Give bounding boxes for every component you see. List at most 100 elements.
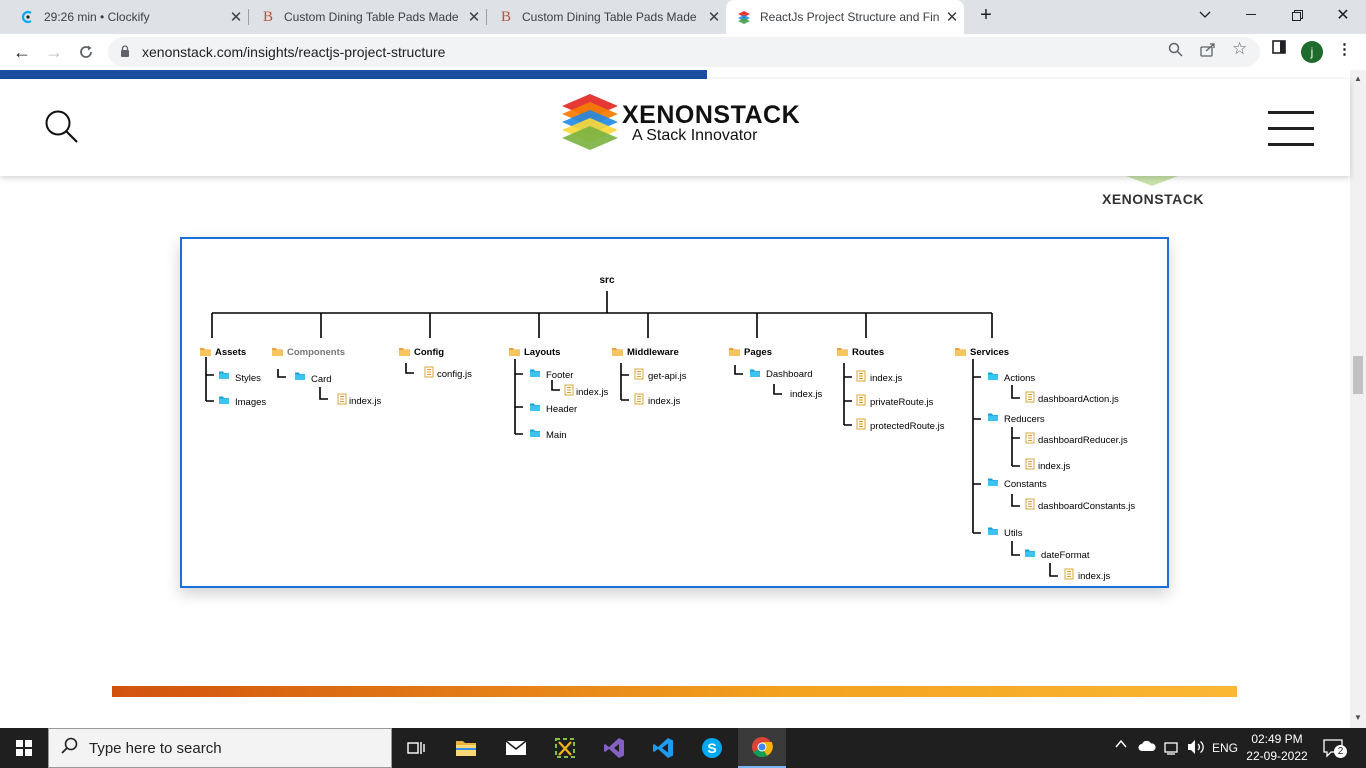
file-get-api: get-api.js bbox=[648, 371, 687, 382]
hamburger-menu-icon[interactable] bbox=[1268, 111, 1314, 147]
tab-dining-table-1[interactable]: B Custom Dining Table Pads Made ✕ bbox=[248, 0, 486, 34]
js-file-icon bbox=[1025, 432, 1035, 444]
tab-search-chevron-icon[interactable] bbox=[1182, 0, 1228, 30]
speaker-volume-icon[interactable] bbox=[1186, 738, 1206, 759]
tab-clockify[interactable]: 29:26 min • Clockify ✕ bbox=[0, 0, 248, 34]
forward-arrow-icon[interactable]: → bbox=[40, 38, 68, 66]
folder-dashboard: Dashboard bbox=[766, 369, 812, 380]
folder-header: Header bbox=[546, 404, 577, 415]
folder-routes: Routes bbox=[852, 347, 884, 358]
folder-constants: Constants bbox=[1004, 479, 1047, 490]
folder-icon bbox=[399, 348, 410, 356]
folder-icon bbox=[509, 348, 520, 356]
file-footer-index: index.js bbox=[576, 387, 608, 398]
folder-icon bbox=[530, 429, 540, 437]
system-clock[interactable]: 02:49 PM 22-09-2022 bbox=[1246, 731, 1308, 765]
windows-start-icon[interactable] bbox=[0, 728, 48, 768]
address-bar[interactable]: xenonstack.com/insights/reactjs-project-… bbox=[108, 37, 1260, 67]
side-panel-icon[interactable] bbox=[1272, 40, 1286, 58]
logo-tagline: A Stack Innovator bbox=[632, 127, 758, 144]
search-icon bbox=[61, 737, 81, 760]
folder-utils: Utils bbox=[1004, 528, 1023, 539]
notification-count-badge: 2 bbox=[1334, 745, 1347, 758]
skype-icon[interactable]: S bbox=[688, 728, 736, 768]
folder-styles: Styles bbox=[235, 373, 261, 384]
folder-card: Card bbox=[311, 374, 332, 385]
close-tab-icon[interactable]: ✕ bbox=[702, 8, 726, 26]
tab-reactjs-active[interactable]: ReactJs Project Structure and Fin ✕ bbox=[726, 0, 964, 34]
tab-dining-table-2[interactable]: B Custom Dining Table Pads Made ✕ bbox=[486, 0, 726, 34]
clockify-icon bbox=[20, 9, 36, 25]
language-indicator[interactable]: ENG bbox=[1212, 741, 1238, 755]
reading-progress-bar bbox=[0, 70, 707, 79]
folder-components: Components bbox=[287, 347, 345, 358]
clock-time: 02:49 PM bbox=[1251, 732, 1303, 746]
file-explorer-icon[interactable] bbox=[442, 728, 490, 768]
close-tab-icon[interactable]: ✕ bbox=[940, 8, 964, 26]
bookmark-star-icon[interactable]: ☆ bbox=[1232, 39, 1247, 59]
menu-kebab-icon[interactable]: ⋮ bbox=[1337, 40, 1352, 58]
svg-text:S: S bbox=[707, 740, 716, 756]
onedrive-cloud-icon[interactable] bbox=[1138, 740, 1156, 755]
folder-icon bbox=[1025, 549, 1035, 557]
reload-icon[interactable] bbox=[72, 38, 100, 66]
folder-icon bbox=[295, 372, 305, 380]
notification-center-icon[interactable]: 2 bbox=[1323, 738, 1347, 758]
tab-title: Custom Dining Table Pads Made bbox=[284, 10, 459, 24]
js-file-icon bbox=[1025, 391, 1035, 403]
js-file-icon bbox=[634, 368, 644, 380]
close-tab-icon[interactable]: ✕ bbox=[224, 8, 248, 26]
file-dashboard-constants: dashboardConstants.js bbox=[1038, 501, 1135, 512]
scroll-up-arrow-icon[interactable]: ▲ bbox=[1354, 74, 1362, 83]
folder-icon bbox=[988, 527, 998, 535]
b-letter-icon: B bbox=[262, 8, 273, 25]
folder-services: Services bbox=[970, 347, 1009, 358]
js-file-icon bbox=[634, 393, 644, 405]
page-scrollbar[interactable]: ▲ ▼ bbox=[1350, 70, 1366, 728]
folder-icon bbox=[988, 372, 998, 380]
task-view-icon[interactable] bbox=[392, 728, 440, 768]
folder-main: Main bbox=[546, 430, 567, 441]
file-middleware-index: index.js bbox=[648, 396, 680, 407]
zoom-icon[interactable] bbox=[1168, 42, 1183, 60]
folder-config: Config bbox=[414, 347, 444, 358]
js-file-icon bbox=[856, 394, 866, 406]
folder-icon bbox=[219, 371, 229, 379]
minimize-icon[interactable] bbox=[1228, 0, 1274, 30]
js-file-icon bbox=[856, 418, 866, 430]
back-arrow-icon[interactable]: ← bbox=[8, 38, 36, 66]
snipping-tool-icon[interactable] bbox=[541, 728, 589, 768]
restore-icon[interactable] bbox=[1274, 0, 1320, 30]
logo-name[interactable]: XENONSTACK bbox=[622, 101, 800, 130]
scroll-down-arrow-icon[interactable]: ▼ bbox=[1354, 713, 1362, 722]
visual-studio-icon[interactable] bbox=[590, 728, 638, 768]
vscode-icon[interactable] bbox=[639, 728, 687, 768]
js-file-icon bbox=[564, 384, 574, 396]
network-icon[interactable] bbox=[1163, 739, 1181, 758]
js-file-icon bbox=[424, 366, 434, 378]
folder-icon bbox=[988, 413, 998, 421]
chrome-icon[interactable] bbox=[738, 728, 786, 768]
file-reducers-index: index.js bbox=[1038, 461, 1070, 472]
folder-date-format: dateFormat bbox=[1041, 550, 1090, 561]
share-icon[interactable] bbox=[1200, 42, 1216, 60]
folder-icon bbox=[729, 348, 740, 356]
xenonstack-logo-icon bbox=[560, 92, 620, 159]
search-icon[interactable] bbox=[44, 109, 80, 150]
folder-icon bbox=[530, 403, 540, 411]
taskbar-search-box[interactable]: Type here to search bbox=[48, 728, 392, 768]
mail-icon[interactable] bbox=[492, 728, 540, 768]
project-structure-diagram: src Assets Components Config Layouts Mid… bbox=[180, 237, 1169, 588]
folder-reducers: Reducers bbox=[1004, 414, 1045, 425]
tab-title: 29:26 min • Clockify bbox=[44, 10, 150, 24]
close-tab-icon[interactable]: ✕ bbox=[462, 8, 486, 26]
profile-avatar[interactable]: j bbox=[1301, 41, 1323, 63]
scrollbar-thumb[interactable] bbox=[1353, 356, 1363, 394]
close-window-icon[interactable]: ✕ bbox=[1320, 0, 1366, 30]
side-brand-text: XENONSTACK bbox=[1102, 191, 1204, 207]
taskbar-search-placeholder: Type here to search bbox=[89, 739, 222, 757]
show-hidden-icons-chevron-icon[interactable] bbox=[1115, 738, 1127, 753]
lock-icon[interactable] bbox=[120, 44, 134, 60]
folder-footer: Footer bbox=[546, 370, 573, 381]
new-tab-icon[interactable]: + bbox=[964, 0, 1008, 30]
